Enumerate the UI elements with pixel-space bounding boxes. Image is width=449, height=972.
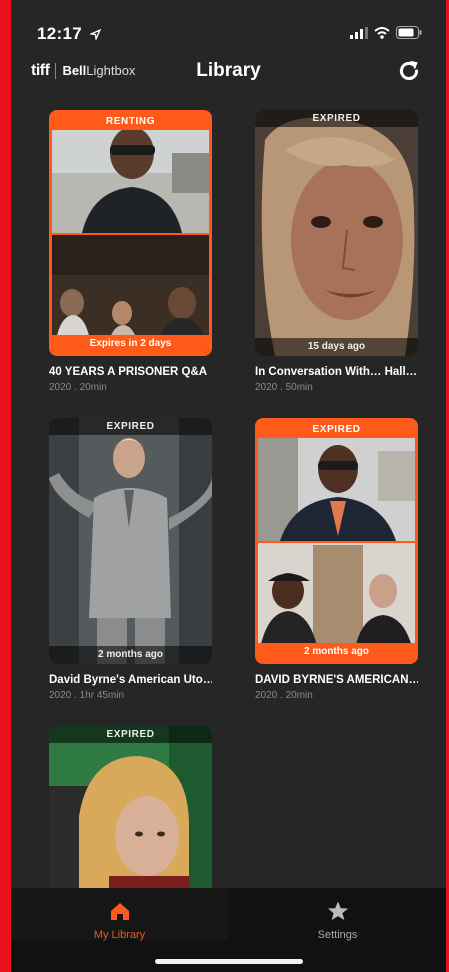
item-meta: 2020 . 20min <box>255 690 313 701</box>
location-arrow-icon <box>89 28 102 42</box>
status-badge: EXPIRED <box>49 726 212 743</box>
expiry-label: 2 months ago <box>258 643 415 661</box>
item-meta: 2020 . 20min <box>49 382 107 393</box>
home-icon <box>110 903 129 920</box>
library-item[interactable]: EXPIRED 15 days ago In Conversation With… <box>255 110 418 393</box>
status-badge: RENTING <box>52 113 209 130</box>
thumbnail[interactable]: EXPIRED 15 days ago <box>255 110 418 356</box>
item-title: In Conversation With… Hall… <box>255 366 418 378</box>
thumbnail[interactable]: EXPIRED 2 months ago <box>49 418 212 664</box>
expiry-label: 15 days ago <box>255 338 418 356</box>
item-title: David Byrne's American Uto… <box>49 674 212 686</box>
expiry-label: 2 months ago <box>49 646 212 664</box>
status-time: 12:17 <box>37 24 82 43</box>
wifi-icon <box>374 26 390 39</box>
library-item[interactable]: EXPIRED 2 months ago DAVID BYRNE'S AMERI… <box>255 418 418 701</box>
library-item[interactable]: RENTING Expires in 2 days 40 YEARS A PRI… <box>49 110 212 393</box>
status-icons <box>350 26 422 39</box>
battery-icon <box>396 26 422 39</box>
status-badge: EXPIRED <box>49 418 212 435</box>
home-indicator[interactable] <box>155 959 303 964</box>
video-call-thumbnail-image <box>52 113 209 353</box>
refresh-icon[interactable] <box>396 58 422 84</box>
tab-bar: My Library Settings <box>11 888 446 972</box>
tab-settings[interactable]: Settings <box>229 888 446 941</box>
item-meta: 2020 . 50min <box>255 382 313 393</box>
app-screen: 12:17 tiff BellLightbox Library RENTING … <box>11 0 446 972</box>
thumbnail[interactable]: EXPIRED 2 months ago <box>255 418 418 664</box>
signal-icon <box>350 26 368 39</box>
library-item[interactable]: EXPIRED 2 months ago David Byrne's Ameri… <box>49 418 212 701</box>
tab-settings-label: Settings <box>317 929 358 941</box>
app-header: tiff BellLightbox Library <box>11 56 446 90</box>
library-item[interactable]: EXPIRED <box>49 726 212 888</box>
status-badge: EXPIRED <box>258 421 415 438</box>
star-icon <box>327 901 348 921</box>
thumbnail[interactable]: EXPIRED <box>49 726 212 888</box>
tab-my-library[interactable]: My Library <box>11 888 228 941</box>
status-badge: EXPIRED <box>255 110 418 127</box>
film-still-thumbnail-image <box>49 726 212 888</box>
performer-thumbnail-image <box>49 418 212 664</box>
item-title: 40 YEARS A PRISONER Q&A <box>49 366 208 378</box>
thumbnail[interactable]: RENTING Expires in 2 days <box>49 110 212 356</box>
portrait-thumbnail-image <box>255 110 418 356</box>
status-bar: 12:17 <box>37 24 422 46</box>
item-meta: 2020 . 1hr 45min <box>49 690 125 701</box>
expiry-label: Expires in 2 days <box>52 335 209 353</box>
item-title: DAVID BYRNE'S AMERICAN… <box>255 674 418 686</box>
tab-my-library-label: My Library <box>93 929 146 941</box>
video-call-thumbnail-image <box>258 421 415 661</box>
page-title: Library <box>196 60 261 81</box>
